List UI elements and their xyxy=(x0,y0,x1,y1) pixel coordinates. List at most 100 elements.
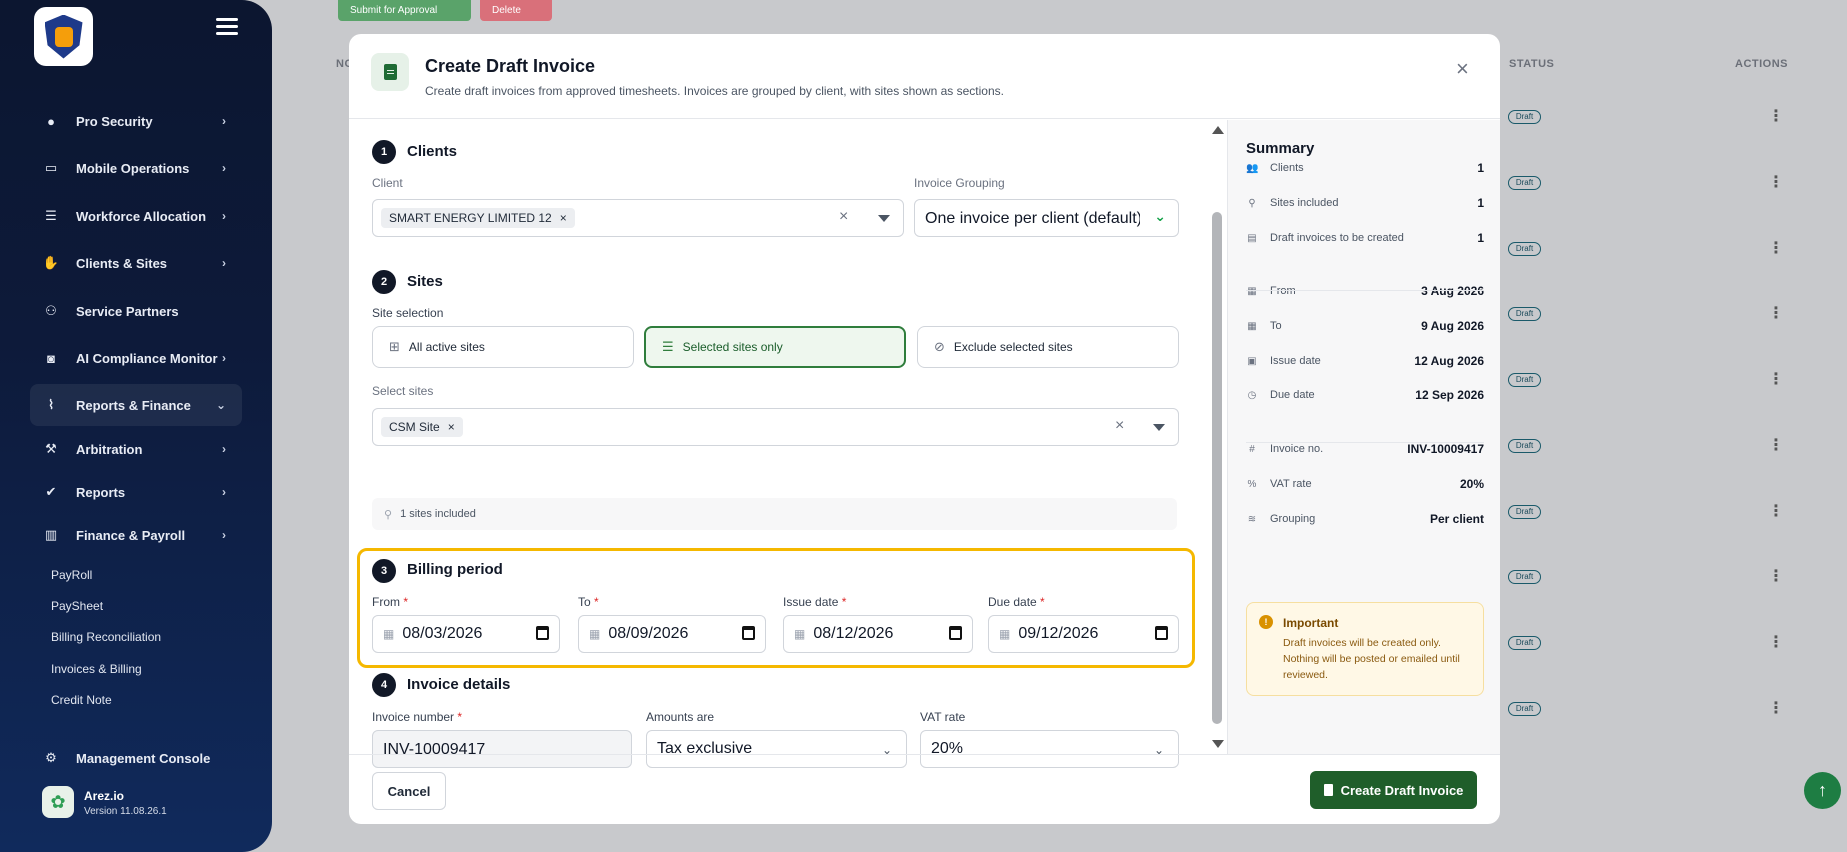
invoice-grouping-select[interactable]: One invoice per client (default) ⌄ xyxy=(914,199,1179,237)
remove-chip-icon[interactable]: × xyxy=(448,420,455,434)
row-actions-icon[interactable]: ⋮ xyxy=(1768,238,1784,258)
issue-date-input[interactable]: ▦ 08/12/2026 xyxy=(783,615,973,653)
row-actions-icon[interactable]: ⋮ xyxy=(1768,698,1784,718)
summary-row-value: 1 xyxy=(1477,161,1484,175)
sidebar-item-management-console[interactable]: ⚙ Management Console xyxy=(30,737,242,779)
sidebar-item-reports-finance[interactable]: ⌇ Reports & Finance ⌄ xyxy=(30,384,242,426)
summary-row: ▤ Draft invoices to be created 1 xyxy=(1246,228,1484,248)
from-date-value: 08/03/2026 xyxy=(402,625,483,642)
date-picker-icon[interactable] xyxy=(742,626,755,640)
sidebar-subitem-paysheet[interactable]: PaySheet xyxy=(51,599,103,613)
sidebar-item-ai-compliance-monitor[interactable]: ◙ AI Compliance Monitor › xyxy=(30,337,242,379)
row-actions-icon[interactable]: ⋮ xyxy=(1768,632,1784,652)
to-date-input[interactable]: ▦ 08/09/2026 xyxy=(578,615,766,653)
summary-row: ▣ Issue date 12 Aug 2026 xyxy=(1246,351,1484,371)
scroll-top-button[interactable]: ↑ xyxy=(1804,772,1841,809)
sidebar-subitem-billing-reconciliation[interactable]: Billing Reconciliation xyxy=(51,630,161,644)
row-actions-icon[interactable]: ⋮ xyxy=(1768,172,1784,192)
sidebar: ● Pro Security › ▭ Mobile Operations › ☰ Work… xyxy=(0,0,272,852)
status-badge: Draft xyxy=(1508,636,1541,650)
partners-icon: ⚇ xyxy=(45,303,57,318)
chevron-right-icon: › xyxy=(222,528,226,542)
invoice-grouping-value: One invoice per client (default) xyxy=(925,210,1140,227)
chevron-right-icon: › xyxy=(222,485,226,499)
sidebar-item-arbitration[interactable]: ⚒ Arbitration › xyxy=(30,428,242,470)
sidebar-subitem-invoices-billing[interactable]: Invoices & Billing xyxy=(51,662,142,676)
app-logo[interactable] xyxy=(34,7,93,66)
submit-for-approval-button[interactable]: Submit for Approval xyxy=(338,0,471,21)
selected-sites-only-option[interactable]: ☰ Selected sites only xyxy=(644,326,906,368)
due-date-input[interactable]: ▦ 09/12/2026 xyxy=(988,615,1179,653)
create-draft-invoice-button[interactable]: Create Draft Invoice xyxy=(1310,771,1477,809)
client-select[interactable]: SMART ENERGY LIMITED 12 × × xyxy=(372,199,904,237)
vat-rate-label: VAT rate xyxy=(920,710,966,724)
user-check-icon: ✔ xyxy=(45,484,57,499)
sidebar-item-label: Reports & Finance xyxy=(76,397,191,413)
sidebar-item-reports[interactable]: ✔ Reports › xyxy=(30,471,242,513)
row-actions-icon[interactable]: ⋮ xyxy=(1768,566,1784,586)
scroll-thumb[interactable] xyxy=(1212,212,1222,724)
calendar-check-icon: ▣ xyxy=(1247,355,1257,367)
from-label: From * xyxy=(372,595,409,609)
summary-panel: Summary 👥 Clients 1 ⚲ Sites included 1 ▤ Draft … xyxy=(1227,120,1500,754)
chevron-right-icon: › xyxy=(222,256,226,270)
brand-name: Arez.io xyxy=(84,789,125,803)
sidebar-subitem-payroll[interactable]: PayRoll xyxy=(51,568,92,582)
from-date-input[interactable]: ▦ 08/03/2026 xyxy=(372,615,560,653)
date-picker-icon[interactable] xyxy=(949,626,962,640)
dropdown-caret-icon[interactable] xyxy=(1153,424,1165,431)
clear-icon[interactable]: × xyxy=(839,208,848,226)
sidebar-item-finance-payroll[interactable]: ▥ Finance & Payroll › xyxy=(30,514,242,556)
sidebar-item-clients-sites[interactable]: ✋ Clients & Sites › xyxy=(30,242,242,284)
sidebar-item-label: Arbitration xyxy=(76,441,143,457)
summary-row-label: Grouping xyxy=(1270,513,1316,525)
handshake-icon: ✋ xyxy=(42,255,60,270)
row-actions-icon[interactable]: ⋮ xyxy=(1768,501,1784,521)
option-label: All active sites xyxy=(408,340,485,354)
important-notice: ! Important Draft invoices will be creat… xyxy=(1246,602,1484,696)
car-icon: ▭ xyxy=(44,160,58,175)
sidebar-item-label: Clients & Sites xyxy=(76,255,168,271)
modal-header: Create Draft Invoice Create draft invoic… xyxy=(349,34,1500,119)
remove-chip-icon[interactable]: × xyxy=(560,211,567,225)
create-draft-invoice-modal: Create Draft Invoice Create draft invoic… xyxy=(349,34,1500,824)
summary-divider xyxy=(1246,442,1484,443)
exclude-selected-sites-option[interactable]: ⊘ Exclude selected sites xyxy=(917,326,1179,368)
scroll-down-icon[interactable] xyxy=(1212,740,1224,748)
summary-row-value: Per client xyxy=(1429,512,1484,526)
dropdown-caret-icon[interactable] xyxy=(878,215,890,222)
sidebar-item-mobile-operations[interactable]: ▭ Mobile Operations › xyxy=(30,147,242,189)
clear-icon[interactable]: × xyxy=(1115,417,1124,435)
due-date-value: 09/12/2026 xyxy=(1018,625,1099,642)
chevron-right-icon: › xyxy=(222,209,226,223)
bar-chart-icon: ▥ xyxy=(44,527,58,542)
status-badge: Draft xyxy=(1508,110,1541,124)
delete-button[interactable]: Delete xyxy=(480,0,552,21)
summary-row: ⚲ Sites included 1 xyxy=(1246,193,1484,213)
status-badge: Draft xyxy=(1508,307,1541,321)
cancel-button[interactable]: Cancel xyxy=(372,772,446,810)
row-actions-icon[interactable]: ⋮ xyxy=(1768,435,1784,455)
summary-row-label: Due date xyxy=(1270,389,1315,401)
date-picker-icon[interactable] xyxy=(536,626,549,640)
sidebar-item-label: AI Compliance Monitor xyxy=(76,350,218,366)
summary-row-label: From xyxy=(1270,285,1296,297)
sidebar-item-workforce-allocation[interactable]: ☰ Workforce Allocation › xyxy=(30,195,242,237)
row-actions-icon[interactable]: ⋮ xyxy=(1768,106,1784,126)
date-picker-icon[interactable] xyxy=(1155,626,1168,640)
close-icon[interactable]: × xyxy=(1456,56,1469,82)
scroll-up-icon[interactable] xyxy=(1212,126,1224,134)
all-active-sites-option[interactable]: ⊞ All active sites xyxy=(372,326,634,368)
row-actions-icon[interactable]: ⋮ xyxy=(1768,303,1784,323)
invoice-number-label: Invoice number * xyxy=(372,710,463,724)
list-icon: ☰ xyxy=(45,208,57,223)
sidebar-item-pro-security[interactable]: ● Pro Security › xyxy=(30,100,242,142)
row-actions-icon[interactable]: ⋮ xyxy=(1768,369,1784,389)
status-badge: Draft xyxy=(1508,373,1541,387)
form-scrollbar[interactable] xyxy=(1207,120,1227,754)
select-sites-input[interactable]: CSM Site × × xyxy=(372,408,1179,446)
sidebar-item-service-partners[interactable]: ⚇ Service Partners xyxy=(30,290,242,332)
section-title-billing-period: Billing period xyxy=(407,561,503,578)
sidebar-collapse-icon[interactable] xyxy=(216,18,238,38)
sidebar-subitem-credit-note[interactable]: Credit Note xyxy=(51,693,112,707)
